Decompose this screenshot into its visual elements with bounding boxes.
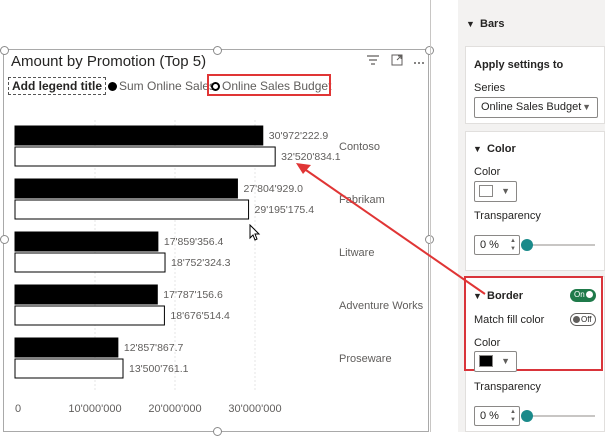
bar: [14, 231, 159, 252]
border-transparency-slider[interactable]: [527, 415, 595, 417]
bar: [14, 125, 264, 146]
category-label: Proseware: [339, 353, 392, 365]
category-label: Fabrikam: [339, 194, 385, 206]
series-dropdown-value: Online Sales Budget: [481, 101, 582, 113]
border-color-label: Color: [474, 337, 501, 349]
cursor-icon: [249, 224, 261, 241]
color-swatch-white: [479, 185, 493, 197]
data-label: 17'787'156.6: [163, 289, 223, 301]
bar: [14, 146, 276, 167]
toggle-state-label: On: [574, 290, 585, 299]
chevron-down-icon[interactable]: ▼: [473, 291, 482, 301]
color-section-title[interactable]: Color: [487, 143, 516, 155]
pane-divider: [430, 0, 431, 432]
x-tick-label: 0: [15, 403, 21, 415]
x-tick-label: 20'000'000: [148, 403, 201, 415]
toggle-knob: [573, 316, 580, 323]
data-label: 29'195'175.4: [255, 204, 315, 216]
chevron-down-icon[interactable]: ▼: [473, 144, 482, 154]
category-label: Contoso: [339, 141, 380, 153]
border-transparency-label: Transparency: [474, 381, 541, 393]
bar: [14, 199, 250, 220]
data-label: 27'804'929.0: [243, 183, 303, 195]
bars-section-title[interactable]: Bars: [480, 18, 504, 30]
data-label: 13'500'761.1: [129, 363, 189, 375]
color-swatch-black: [479, 355, 493, 367]
match-fill-label: Match fill color: [474, 314, 545, 326]
border-toggle[interactable]: On: [570, 289, 596, 302]
bar: [14, 284, 158, 305]
bar: [14, 337, 119, 358]
category-label: Litware: [339, 247, 374, 259]
data-label: 18'752'324.3: [171, 257, 231, 269]
spin-up-icon[interactable]: ▲: [510, 238, 516, 245]
spin-up-icon[interactable]: ▲: [510, 409, 516, 416]
bar: [14, 358, 124, 379]
series-label: Series: [474, 82, 506, 94]
slider-thumb[interactable]: [521, 410, 533, 422]
chevron-down-icon: ▼: [501, 186, 510, 196]
chevron-down-icon: ▼: [501, 356, 510, 366]
bar: [14, 305, 165, 326]
transparency-slider[interactable]: [527, 244, 595, 246]
transparency-input[interactable]: 0 % ▲ ▼: [474, 235, 520, 255]
bar: [14, 178, 238, 199]
border-section-title[interactable]: Border: [487, 290, 523, 302]
bar: [14, 252, 166, 273]
x-tick-label: 10'000'000: [68, 403, 121, 415]
apply-settings-title: Apply settings to: [474, 59, 564, 71]
data-label: 32'520'834.1: [281, 151, 341, 163]
data-label: 12'857'867.7: [124, 342, 184, 354]
transparency-value: 0 %: [480, 410, 499, 422]
data-label: 17'859'356.4: [164, 236, 224, 248]
transparency-label: Transparency: [474, 210, 541, 222]
spin-down-icon[interactable]: ▼: [510, 417, 516, 424]
color-label: Color: [474, 166, 501, 178]
border-color-picker[interactable]: ▼: [474, 351, 517, 372]
data-label: 30'972'222.9: [269, 130, 329, 142]
spin-down-icon[interactable]: ▼: [510, 246, 516, 253]
transparency-value: 0 %: [480, 239, 499, 251]
category-label: Adventure Works: [339, 300, 424, 312]
toggle-knob: [586, 291, 593, 298]
fill-color-picker[interactable]: ▼: [474, 181, 517, 202]
slider-thumb[interactable]: [521, 239, 533, 251]
border-transparency-input[interactable]: 0 % ▲ ▼: [474, 406, 520, 426]
data-label: 18'676'514.4: [170, 310, 230, 322]
match-fill-toggle[interactable]: Off: [570, 313, 596, 326]
chevron-down-icon: ▼: [582, 102, 591, 112]
series-dropdown[interactable]: Online Sales Budget ▼: [474, 97, 598, 118]
chevron-down-icon[interactable]: ▼: [466, 19, 475, 29]
toggle-state-label: Off: [581, 315, 592, 324]
x-tick-label: 30'000'000: [228, 403, 281, 415]
